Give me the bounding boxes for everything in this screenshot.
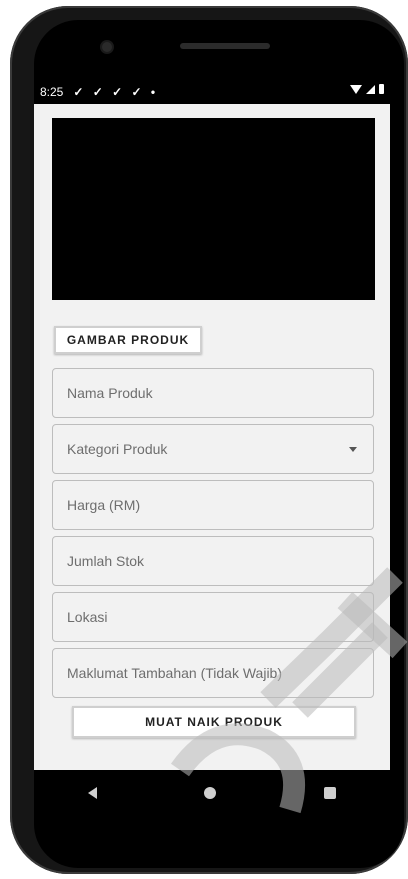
stock-quantity-placeholder: Jumlah Stok	[67, 553, 145, 569]
additional-info-placeholder: Maklumat Tambahan (Tidak Wajib)	[67, 665, 283, 681]
location-field[interactable]: Lokasi	[52, 592, 374, 642]
battery-icon	[379, 84, 384, 94]
back-icon[interactable]	[87, 787, 97, 799]
status-time: 8:25	[40, 85, 64, 99]
product-image-preview	[52, 118, 375, 300]
stock-quantity-field[interactable]: Jumlah Stok	[52, 536, 374, 586]
navigation-bar	[34, 770, 390, 816]
product-name-field[interactable]: Nama Produk	[52, 368, 374, 418]
recent-apps-icon[interactable]	[324, 787, 337, 799]
price-placeholder: Harga (RM)	[67, 497, 141, 513]
status-bar: 8:25 ✓ ✓ ✓ ✓ •	[34, 80, 390, 104]
product-category-placeholder: Kategori Produk	[67, 441, 168, 457]
app-screen: 8:25 ✓ ✓ ✓ ✓ • GAMBAR PRODUK Nama Produk…	[34, 80, 390, 770]
upload-product-button[interactable]: MUAT NAIK PRODUK	[72, 706, 356, 738]
signal-icon	[366, 84, 375, 94]
wifi-icon	[350, 84, 362, 94]
dropdown-arrow-icon	[349, 447, 357, 452]
status-right-icons	[350, 84, 384, 94]
location-placeholder: Lokasi	[67, 609, 108, 625]
product-name-placeholder: Nama Produk	[67, 385, 153, 401]
front-camera	[102, 42, 112, 52]
earpiece-speaker	[180, 43, 270, 49]
home-icon[interactable]	[204, 787, 217, 799]
download-notification-icons: ✓ ✓ ✓ ✓ •	[73, 85, 159, 99]
product-category-dropdown[interactable]: Kategori Produk	[52, 424, 374, 474]
product-image-button[interactable]: GAMBAR PRODUK	[54, 326, 202, 354]
additional-info-field[interactable]: Maklumat Tambahan (Tidak Wajib)	[52, 648, 374, 698]
price-field[interactable]: Harga (RM)	[52, 480, 374, 530]
